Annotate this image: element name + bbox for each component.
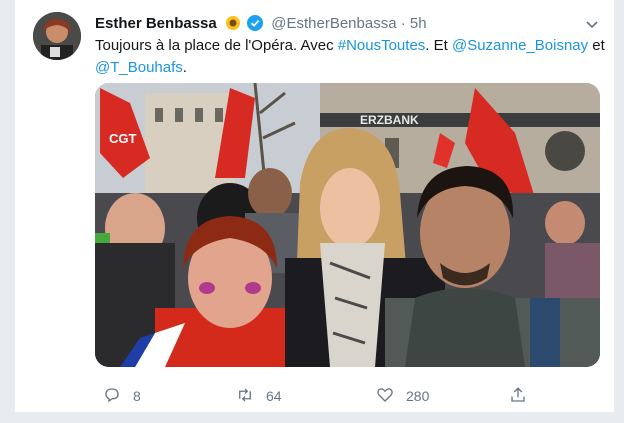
flag-text: CGT	[109, 131, 137, 146]
mention-link-bouhafs[interactable]: @T_Bouhafs	[95, 59, 183, 76]
mention-link-suzanne[interactable]: @Suzanne_Boisnay	[452, 37, 588, 54]
tweet-text-part: .	[182, 59, 187, 76]
reply-icon	[103, 386, 133, 407]
tweet-text-part: et	[588, 37, 605, 54]
retweet-icon	[236, 386, 266, 407]
separator-dot: ·	[400, 15, 406, 32]
sunflower-icon	[225, 15, 241, 31]
chevron-down-icon[interactable]	[584, 16, 600, 32]
tweet-text-part: Toujours à la place de l'Opéra. Avec	[95, 37, 338, 54]
reply-count: 8	[133, 388, 141, 404]
hashtag-link[interactable]: #NousToutes	[338, 37, 426, 54]
tweet-header: Esther Benbassa @EstherBenbassa · 5h	[95, 14, 604, 34]
like-count: 280	[406, 388, 430, 404]
tweet-card[interactable]: Esther Benbassa @EstherBenbassa · 5h Tou…	[14, 0, 615, 413]
tweet-text-part: . Et	[425, 37, 452, 54]
tweet-actions: 8 64 280	[95, 384, 600, 408]
avatar[interactable]	[33, 12, 81, 60]
tweet-text: Toujours à la place de l'Opéra. Avec #No…	[95, 35, 605, 79]
tweet-photo[interactable]: ERZBANK CGT	[95, 83, 600, 367]
bank-sign-text: ERZBANK	[360, 113, 419, 127]
share-button[interactable]	[509, 384, 539, 408]
author-name[interactable]: Esther Benbassa	[95, 15, 217, 32]
share-icon	[509, 386, 539, 407]
retweet-button[interactable]: 64	[236, 384, 282, 408]
reply-button[interactable]: 8	[103, 384, 141, 408]
author-handle[interactable]: @EstherBenbassa	[271, 15, 396, 32]
like-button[interactable]: 280	[376, 384, 429, 408]
heart-icon	[376, 386, 406, 407]
tweet-time[interactable]: 5h	[410, 15, 427, 32]
verified-badge-icon	[247, 15, 264, 31]
retweet-count: 64	[266, 388, 282, 404]
